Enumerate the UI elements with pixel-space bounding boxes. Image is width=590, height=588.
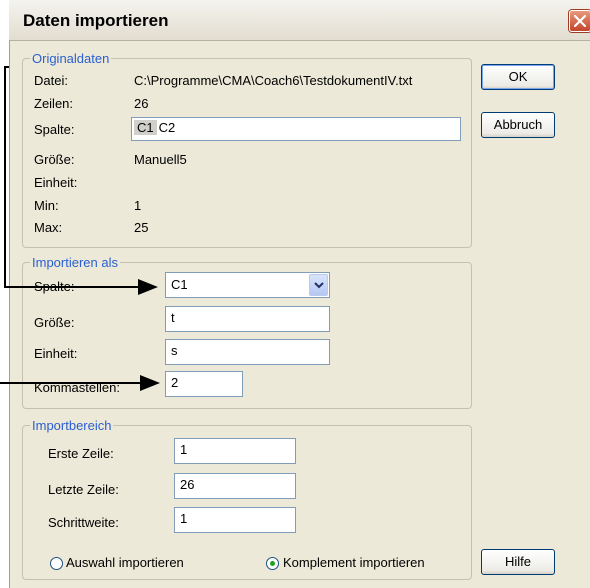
abbruch-button[interactable]: Abbruch (481, 112, 555, 138)
label-letzte-zeile: Letzte Zeile: (48, 482, 119, 497)
label-auswahl-importieren[interactable]: Auswahl importieren (66, 555, 184, 570)
label-schrittweite: Schrittweite: (48, 515, 119, 530)
spalte-select-value: C1 (171, 277, 188, 292)
hilfe-button[interactable]: Hilfe (481, 549, 555, 575)
ok-button[interactable]: OK (481, 64, 555, 90)
value-min: 1 (134, 198, 142, 213)
label-kommastellen: Kommastellen: (34, 380, 120, 395)
label-groesse-orig: Größe: (34, 152, 75, 167)
label-einheit-import: Einheit: (34, 346, 78, 361)
dropdown-button[interactable] (309, 274, 328, 296)
letzte-zeile-input[interactable]: 26 (174, 473, 296, 499)
legend-importieren-als: Importieren als (30, 255, 120, 270)
close-button[interactable] (569, 10, 590, 32)
groesse-input[interactable]: t (165, 306, 330, 332)
kommastellen-input[interactable]: 2 (165, 371, 243, 397)
label-einheit-orig: Einheit: (34, 175, 78, 190)
dialog-title: Daten importieren (23, 11, 169, 30)
spalte-option[interactable]: C2 (159, 120, 176, 135)
label-datei: Datei: (34, 73, 68, 88)
label-zeilen: Zeilen: (34, 96, 74, 111)
legend-importbereich: Importbereich (30, 418, 114, 433)
label-erste-zeile: Erste Zeile: (48, 446, 114, 461)
value-zeilen: 26 (134, 96, 149, 111)
radio-auswahl-importieren[interactable] (50, 557, 63, 570)
radio-selected-dot (270, 561, 275, 566)
label-min: Min: (34, 198, 59, 213)
legend-originaldaten: Originaldaten (30, 51, 112, 66)
label-max: Max: (34, 220, 63, 235)
value-datei: C:\Programme\CMA\Coach6\TestdokumentIV.t… (134, 73, 413, 88)
value-max: 25 (134, 220, 149, 235)
label-komplement-importieren[interactable]: Komplement importieren (283, 555, 425, 570)
label-spalte-import: Spalte: (34, 279, 75, 294)
value-groesse-orig: Manuell5 (134, 152, 187, 167)
title-bar: Daten importieren (9, 0, 590, 41)
spalte-option-selected[interactable]: C1 (134, 120, 157, 135)
close-icon (574, 15, 586, 27)
radio-komplement-importieren[interactable] (266, 557, 279, 570)
label-spalte-orig: Spalte: (34, 122, 75, 137)
spalte-listbox[interactable]: C1 C2 (131, 117, 461, 141)
annotation-line-vertical (4, 66, 6, 288)
einheit-input[interactable]: s (165, 339, 330, 365)
erste-zeile-input[interactable]: 1 (174, 438, 296, 464)
label-groesse-import: Größe: (34, 315, 75, 330)
spalte-select[interactable]: C1 (165, 272, 330, 298)
chevron-down-icon (314, 282, 324, 289)
schrittweite-input[interactable]: 1 (174, 507, 296, 533)
